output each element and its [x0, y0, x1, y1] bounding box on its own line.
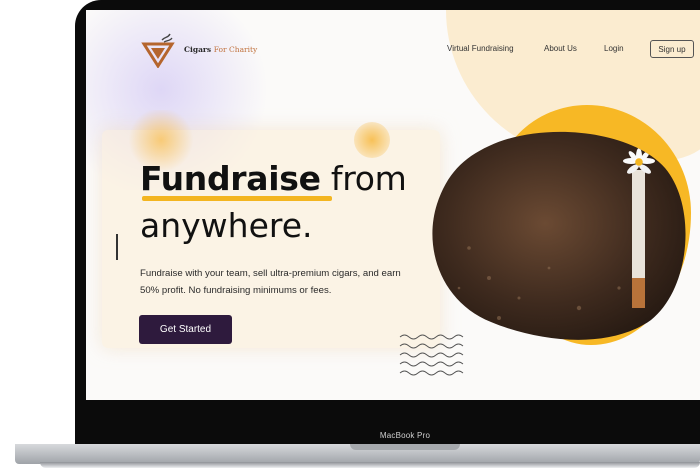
brand-name-part2: For Charity	[213, 45, 258, 54]
get-started-button[interactable]: Get Started	[139, 315, 232, 344]
laptop-notch	[350, 444, 460, 450]
headline-highlight: Fundraise	[140, 159, 321, 198]
nav-virtual-fundraising[interactable]: Virtual Fundraising	[447, 44, 514, 53]
hero-headline-line2: anywhere.	[140, 206, 313, 245]
laptop-base-shadow	[40, 462, 700, 468]
logo-icon[interactable]	[140, 32, 176, 68]
nav-about-us[interactable]: About Us	[544, 44, 577, 53]
nav-login[interactable]: Login	[604, 44, 624, 53]
headline-rest: from	[320, 159, 407, 198]
brand-name[interactable]: Cigars For Charity	[184, 45, 257, 54]
browser-viewport: Cigars For Charity Virtual Fundraising A…	[86, 10, 700, 400]
hero-headline: Fundraise from	[140, 159, 407, 198]
text-cursor-bar	[116, 234, 118, 260]
brand-name-part1: Cigars	[184, 45, 212, 54]
hero-subtext: Fundraise with your team, sell ultra-pre…	[140, 268, 401, 296]
hero-photo-cigarette-flower	[432, 131, 686, 340]
device-model-label: MacBook Pro	[379, 431, 431, 440]
decor-dot	[354, 122, 390, 158]
signup-button[interactable]: Sign up	[650, 40, 694, 58]
